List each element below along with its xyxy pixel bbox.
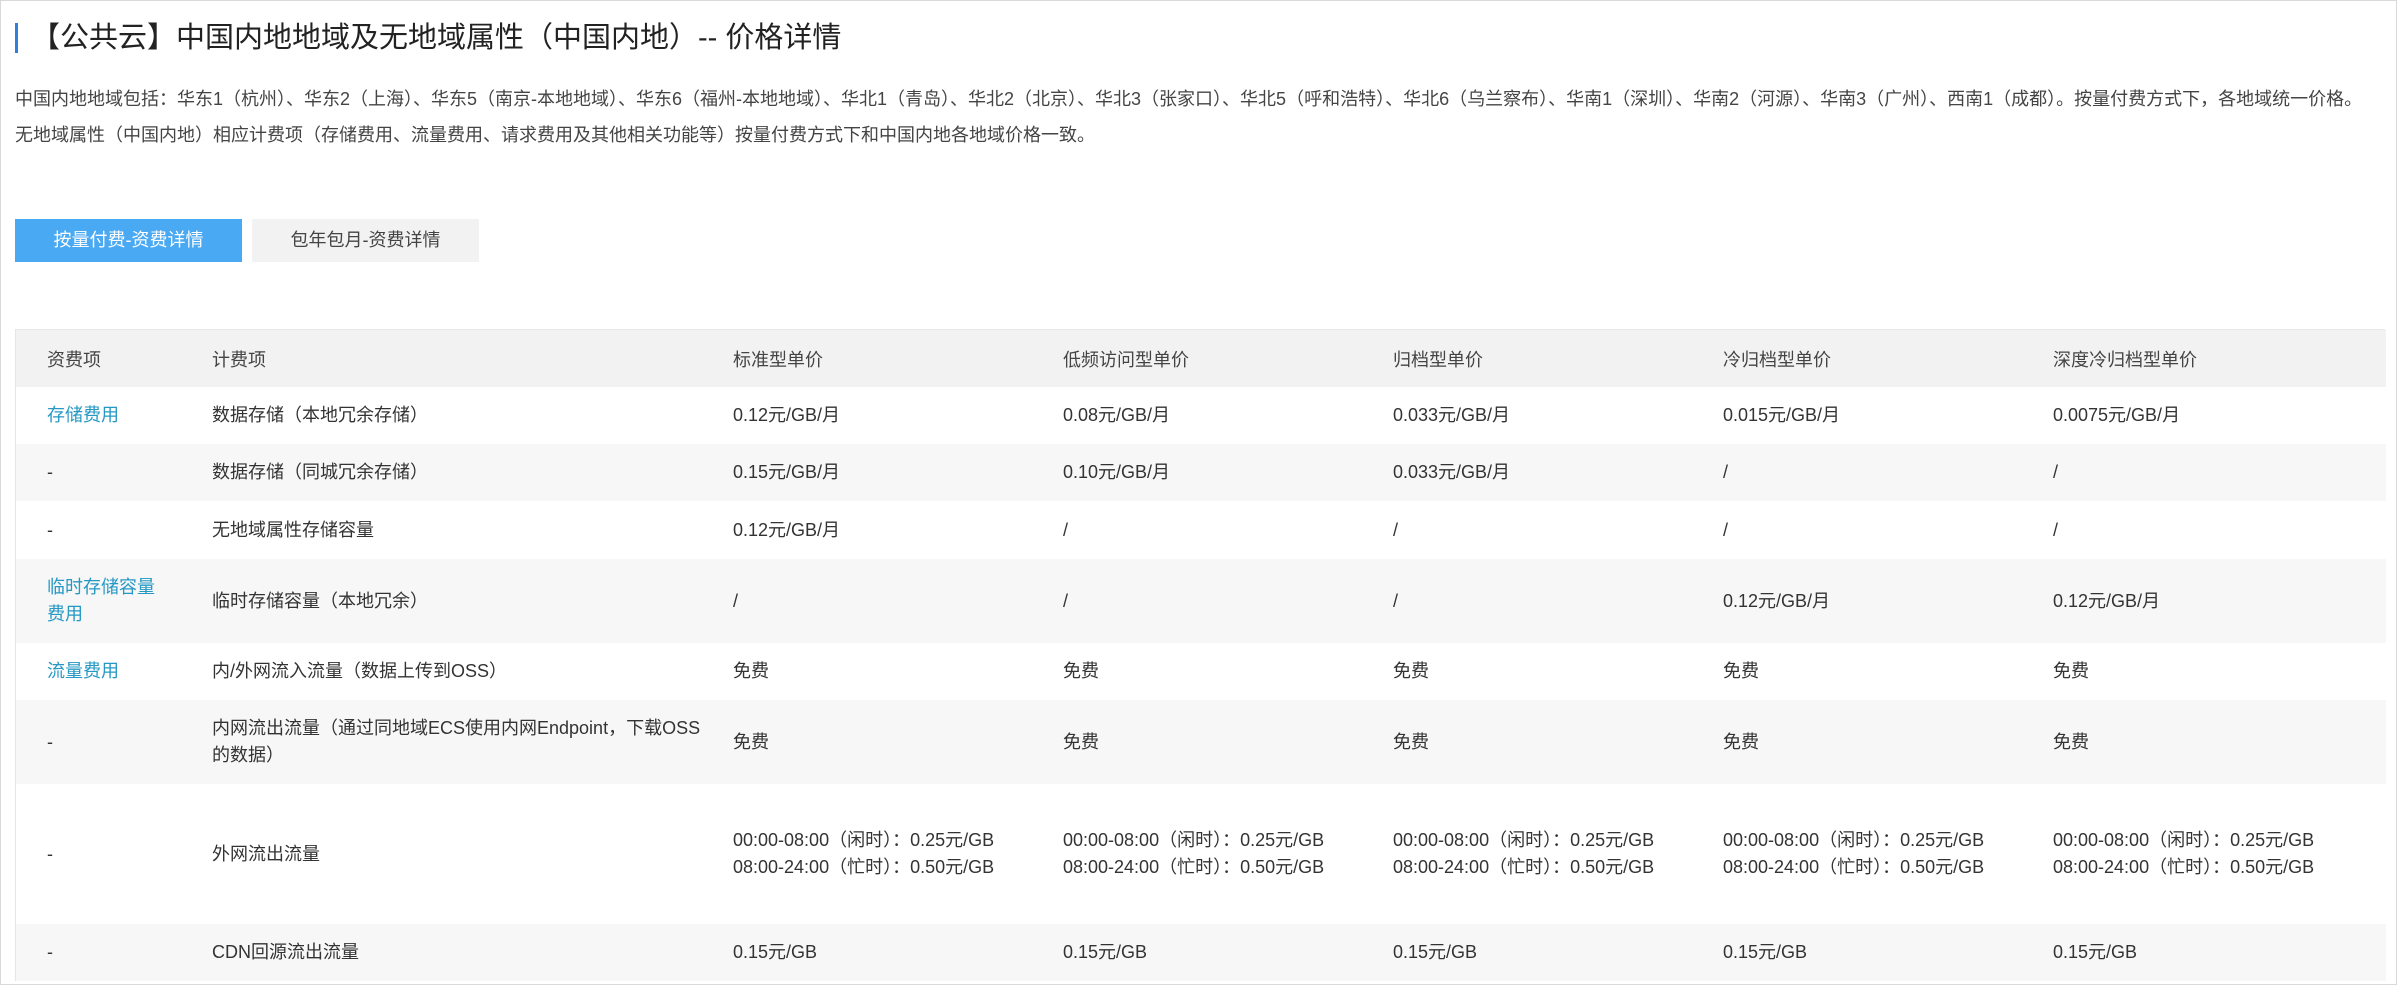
fee-item: - (47, 462, 53, 482)
price-archive: / (1393, 519, 1399, 540)
fee-item-link-storage[interactable]: 存储费用 (47, 405, 119, 425)
price-standard: 00:00-08:00（闲时）：0.25元/GB 08:00-24:00（忙时）… (733, 830, 995, 877)
price-standard: 0.15元/GB (733, 942, 818, 962)
price-infrequent-access: 免费 (1063, 661, 1099, 681)
header-archive: 归档型单价 (1393, 330, 1723, 387)
price-standard: / (733, 590, 739, 611)
price-cold-archive: / (1723, 462, 1729, 482)
billing-item: 数据存储（本地冗余存储） (212, 405, 428, 425)
header-standard: 标准型单价 (733, 330, 1063, 387)
billing-item: CDN回源流出流量 (212, 942, 359, 962)
fee-item: - (47, 942, 53, 962)
table-row: - 无地域属性存储容量 0.12元/GB/月 / / / / (16, 501, 2386, 559)
region-description: 中国内地地域包括：华东1（杭州）、华东2（上海）、华东5（南京-本地地域）、华东… (15, 81, 2385, 153)
price-infrequent-access: 0.15元/GB (1063, 942, 1148, 962)
price-archive: 免费 (1393, 731, 1429, 752)
table-row: 存储费用 数据存储（本地冗余存储） 0.12元/GB/月 0.08元/GB/月 … (16, 387, 2386, 444)
price-infrequent-access: 免费 (1063, 731, 1099, 752)
price-archive: / (1393, 590, 1399, 611)
price-archive: 0.033元/GB/月 (1393, 405, 1511, 425)
price-archive: 00:00-08:00（闲时）：0.25元/GB 08:00-24:00（忙时）… (1393, 830, 1655, 877)
tab-pay-as-you-go[interactable]: 按量付费-资费详情 (15, 219, 242, 262)
price-archive: 0.033元/GB/月 (1393, 462, 1511, 482)
billing-item: 外网流出流量 (212, 843, 320, 864)
header-infrequent-access: 低频访问型单价 (1063, 330, 1393, 387)
billing-item: 临时存储容量（本地冗余） (212, 590, 428, 611)
price-deep-cold-archive: 0.15元/GB (2053, 942, 2138, 962)
billing-item: 内网流出流量（通过同地域ECS使用内网Endpoint，下载OSS的数据） (212, 718, 701, 765)
price-deep-cold-archive: 0.0075元/GB/月 (2053, 405, 2181, 425)
fee-item-link-traffic[interactable]: 流量费用 (47, 661, 119, 681)
table-row: 临时存储容量费用 临时存储容量（本地冗余） / / / 0.12元/GB/月 0… (16, 559, 2386, 643)
fee-item-link-temp-storage[interactable]: 临时存储容量费用 (47, 577, 155, 624)
price-standard: 免费 (733, 731, 769, 752)
header-cold-archive: 冷归档型单价 (1723, 330, 2053, 387)
billing-item: 无地域属性存储容量 (212, 519, 374, 540)
region-description-line2: 无地域属性（中国内地）相应计费项（存储费用、流量费用、请求费用及其他相关功能等）… (15, 125, 1095, 145)
billing-item: 内/外网流入流量（数据上传到OSS） (212, 661, 508, 681)
billing-item: 数据存储（同城冗余存储） (212, 462, 428, 482)
price-standard: 免费 (733, 661, 769, 681)
pricing-table: 资费项 计费项 标准型单价 低频访问型单价 归档型单价 冷归档型单价 深度冷归档… (16, 330, 2386, 981)
table-header-row: 资费项 计费项 标准型单价 低频访问型单价 归档型单价 冷归档型单价 深度冷归档… (16, 330, 2386, 387)
price-deep-cold-archive: 免费 (2053, 661, 2089, 681)
price-infrequent-access: / (1063, 519, 1069, 540)
table-row: 流量费用 内/外网流入流量（数据上传到OSS） 免费 免费 免费 免费 免费 (16, 643, 2386, 700)
region-description-line1: 中国内地地域包括：华东1（杭州）、华东2（上海）、华东5（南京-本地地域）、华东… (15, 89, 2363, 109)
page-title: 【公共云】中国内地地域及无地域属性（中国内地）-- 价格详情 (31, 22, 842, 54)
price-archive: 免费 (1393, 661, 1429, 681)
fee-item: - (47, 519, 53, 540)
price-infrequent-access: 0.08元/GB/月 (1063, 405, 1171, 425)
price-deep-cold-archive: / (2053, 519, 2059, 540)
price-cold-archive: 0.15元/GB (1723, 942, 1808, 962)
pricing-table-wrap: 资费项 计费项 标准型单价 低频访问型单价 归档型单价 冷归档型单价 深度冷归档… (15, 329, 2386, 981)
table-row: - 数据存储（同城冗余存储） 0.15元/GB/月 0.10元/GB/月 0.0… (16, 444, 2386, 501)
title-accent-bar (15, 23, 18, 53)
price-standard: 0.15元/GB/月 (733, 462, 841, 482)
table-row: - 内网流出流量（通过同地域ECS使用内网Endpoint，下载OSS的数据） … (16, 700, 2386, 784)
header-deep-cold-archive: 深度冷归档型单价 (2053, 330, 2386, 387)
header-billing-item: 计费项 (212, 330, 733, 387)
fee-item: - (47, 731, 53, 752)
price-cold-archive: 免费 (1723, 731, 1759, 752)
price-deep-cold-archive: 0.12元/GB/月 (2053, 590, 2161, 611)
price-deep-cold-archive: / (2053, 462, 2059, 482)
price-deep-cold-archive: 00:00-08:00（闲时）：0.25元/GB 08:00-24:00（忙时）… (2053, 830, 2315, 877)
price-cold-archive: 免费 (1723, 661, 1759, 681)
price-infrequent-access: 00:00-08:00（闲时）：0.25元/GB 08:00-24:00（忙时）… (1063, 830, 1325, 877)
price-cold-archive: 0.12元/GB/月 (1723, 590, 1831, 611)
header-fee-item: 资费项 (16, 330, 212, 387)
price-infrequent-access: 0.10元/GB/月 (1063, 462, 1171, 482)
price-standard: 0.12元/GB/月 (733, 519, 841, 540)
price-infrequent-access: / (1063, 590, 1069, 611)
price-deep-cold-archive: 免费 (2053, 731, 2089, 752)
table-row: - 外网流出流量 00:00-08:00（闲时）：0.25元/GB 08:00-… (16, 784, 2386, 924)
price-cold-archive: 00:00-08:00（闲时）：0.25元/GB 08:00-24:00（忙时）… (1723, 830, 1985, 877)
fee-item: - (47, 843, 53, 864)
table-row: - CDN回源流出流量 0.15元/GB 0.15元/GB 0.15元/GB 0… (16, 924, 2386, 981)
tab-subscription[interactable]: 包年包月-资费详情 (252, 219, 479, 262)
price-cold-archive: / (1723, 519, 1729, 540)
pricing-tabs: 按量付费-资费详情 包年包月-资费详情 (15, 219, 479, 262)
price-standard: 0.12元/GB/月 (733, 405, 841, 425)
price-archive: 0.15元/GB (1393, 942, 1478, 962)
price-cold-archive: 0.015元/GB/月 (1723, 405, 1841, 425)
